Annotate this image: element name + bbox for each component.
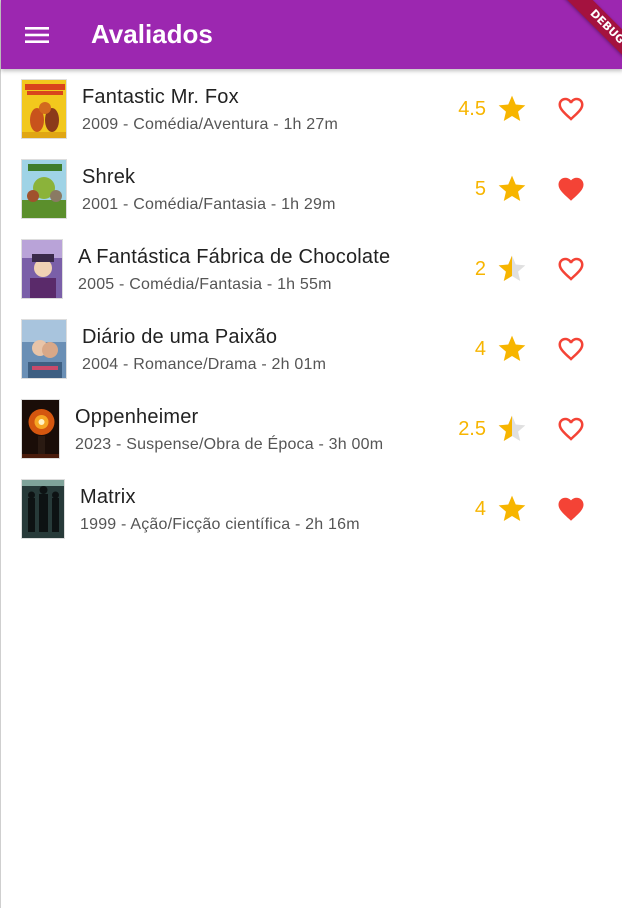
rating-value: 4 xyxy=(474,498,486,520)
rating-value: 2 xyxy=(474,258,486,280)
movie-title: Diário de uma Paixão xyxy=(82,326,278,348)
heart-outline-icon xyxy=(558,337,584,361)
movie-info: 2004 - Romance/Drama - 2h 01m xyxy=(82,356,327,373)
heart-filled-icon xyxy=(558,177,584,201)
menu-icon xyxy=(25,27,49,43)
star-icon xyxy=(498,495,526,521)
rating-value: 2.5 xyxy=(458,418,486,440)
movie-title: Oppenheimer xyxy=(75,406,199,428)
movie-poster xyxy=(21,159,67,219)
list-item[interactable]: Diário de uma Paixão 2004 - Romance/Dram… xyxy=(1,309,622,389)
favorite-button[interactable] xyxy=(553,91,589,127)
favorite-button[interactable] xyxy=(553,251,589,287)
movie-poster xyxy=(21,479,65,539)
movie-poster xyxy=(21,399,60,459)
star-half-icon xyxy=(498,415,526,441)
heart-outline-icon xyxy=(558,417,584,441)
movie-title: A Fantástica Fábrica de Chocolate xyxy=(78,246,391,268)
movie-info: 2005 - Comédia/Fantasia - 1h 55m xyxy=(78,276,332,293)
movie-poster xyxy=(21,79,67,139)
movie-info: 2001 - Comédia/Fantasia - 1h 29m xyxy=(82,196,336,213)
star-half-icon xyxy=(498,255,526,281)
list-item[interactable]: Shrek 2001 - Comédia/Fantasia - 1h 29m 5 xyxy=(1,149,622,229)
movie-info: 2009 - Comédia/Aventura - 1h 27m xyxy=(82,116,339,133)
list-item[interactable]: Fantastic Mr. Fox 2009 - Comédia/Aventur… xyxy=(1,69,622,149)
movie-info: 2023 - Suspense/Obra de Época - 3h 00m xyxy=(75,436,384,453)
movie-list: Fantastic Mr. Fox 2009 - Comédia/Aventur… xyxy=(1,69,622,549)
rating-value: 4 xyxy=(474,338,486,360)
favorite-button[interactable] xyxy=(553,331,589,367)
app-bar: Avaliados xyxy=(1,0,622,69)
favorite-button[interactable] xyxy=(553,491,589,527)
menu-button[interactable] xyxy=(15,13,59,57)
page-title: Avaliados xyxy=(91,19,213,49)
list-item[interactable]: Oppenheimer 2023 - Suspense/Obra de Époc… xyxy=(1,389,622,469)
rating-value: 5 xyxy=(474,178,486,200)
movie-info: 1999 - Ação/Ficção científica - 2h 16m xyxy=(80,516,360,533)
rating-value: 4.5 xyxy=(458,98,486,120)
star-icon xyxy=(498,335,526,361)
movie-poster xyxy=(21,239,63,299)
favorite-button[interactable] xyxy=(553,171,589,207)
heart-outline-icon xyxy=(558,97,584,121)
movie-title: Matrix xyxy=(80,486,136,508)
movie-title: Shrek xyxy=(82,166,136,188)
heart-outline-icon xyxy=(558,257,584,281)
heart-filled-icon xyxy=(558,497,584,521)
list-item[interactable]: A Fantástica Fábrica de Chocolate 2005 -… xyxy=(1,229,622,309)
movie-title: Fantastic Mr. Fox xyxy=(82,86,239,108)
favorite-button[interactable] xyxy=(553,411,589,447)
movie-poster xyxy=(21,319,67,379)
list-item[interactable]: Matrix 1999 - Ação/Ficção científica - 2… xyxy=(1,469,622,549)
star-icon xyxy=(498,95,526,121)
star-icon xyxy=(498,175,526,201)
